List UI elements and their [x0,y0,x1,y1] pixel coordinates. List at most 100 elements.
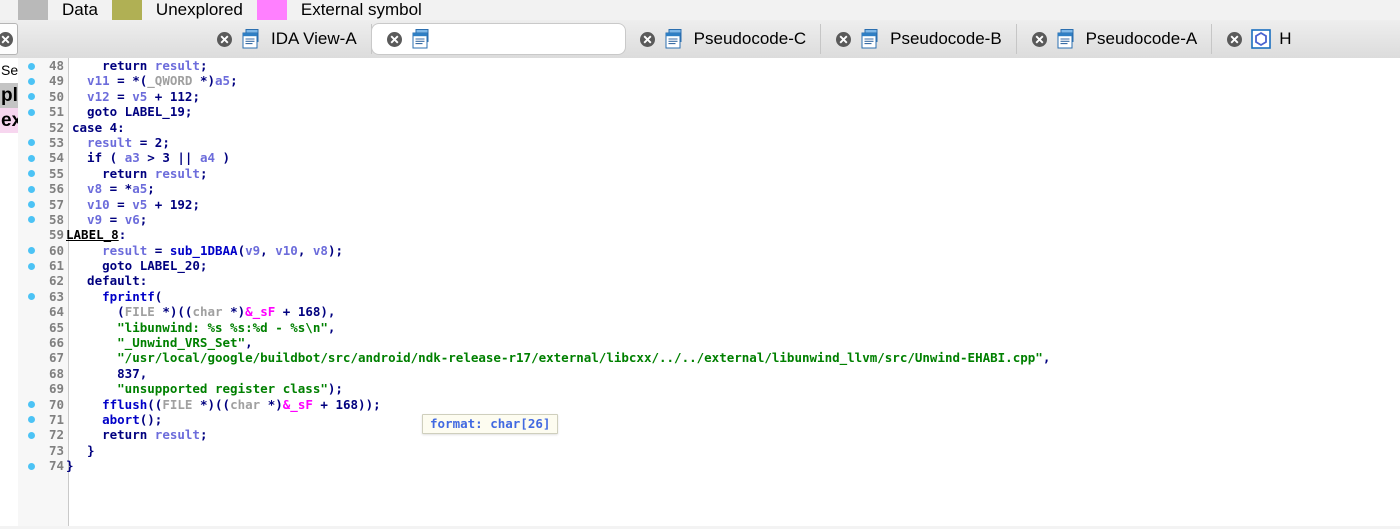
code-text[interactable]: case 4: [72,120,125,135]
code-text[interactable]: "unsupported register class"); [72,381,343,396]
code-text[interactable]: v12 = v5 + 112; [72,89,200,104]
code-line[interactable]: 48 return result; [18,58,1400,73]
breakpoint-dot-icon[interactable] [28,216,35,224]
code-text[interactable]: default: [72,273,147,288]
code-line[interactable]: 56 v8 = *a5; [18,181,1400,196]
code-text[interactable]: return result; [72,427,207,442]
code-text[interactable]: "/usr/local/google/buildbot/src/android/… [72,350,1050,365]
code-line[interactable]: 65 "libunwind: %s %s:%d - %s\n", [18,320,1400,335]
code-line[interactable]: 67 "/usr/local/google/buildbot/src/andro… [18,350,1400,365]
close-icon[interactable] [386,31,403,48]
line-number: 54 [48,150,64,166]
side-panel-row-external[interactable]: ex [0,108,18,133]
code-text[interactable]: 837, [72,366,147,381]
tab-active-untitled[interactable] [371,24,625,54]
breakpoint-dot-icon[interactable] [28,247,35,255]
breakpoint-dot-icon[interactable] [28,93,35,101]
code-text[interactable]: v9 = v6; [72,212,147,227]
tab-label: Pseudocode-A [1085,29,1198,48]
code-text[interactable]: return result; [72,166,207,181]
code-line[interactable]: 62 default: [18,273,1400,288]
code-line[interactable]: 68 837, [18,366,1400,381]
close-icon[interactable] [835,31,852,48]
close-icon[interactable] [216,31,233,48]
side-panel-row-explored[interactable]: pl [0,83,18,108]
code-line[interactable]: 60 result = sub_1DBAA(v9, v10, v8); [18,243,1400,258]
breakpoint-dot-icon[interactable] [28,77,35,85]
breakpoint-dot-icon[interactable] [28,170,35,178]
code-line[interactable]: 53 result = 2; [18,135,1400,150]
code-text[interactable]: LABEL_8: [66,227,126,242]
tab-pseudocode-c[interactable]: Pseudocode-C [625,24,822,54]
left-side-panel[interactable]: Seg pl ex [0,58,18,529]
tab-ida-view-a[interactable]: IDA View-A [202,24,372,54]
code-line[interactable]: 54 if ( a3 > 3 || a4 ) [18,150,1400,165]
code-text[interactable]: "libunwind: %s %s:%d - %s\n", [72,320,335,335]
code-line[interactable]: 55 return result; [18,166,1400,181]
line-number: 67 [48,350,64,366]
tab-pseudocode-a[interactable]: Pseudocode-A [1017,24,1213,54]
code-line[interactable]: 70 fflush((FILE *)((char *)&_sF + 168)); [18,397,1400,412]
code-line[interactable]: 57 v10 = v5 + 192; [18,197,1400,212]
breakpoint-dot-icon[interactable] [28,154,35,162]
code-line[interactable]: 58 v9 = v6; [18,212,1400,227]
breakpoint-dot-icon[interactable] [28,139,35,147]
breakpoint-dot-icon[interactable] [28,62,35,70]
code-text[interactable]: result = sub_1DBAA(v9, v10, v8); [72,243,343,258]
code-text[interactable]: result = 2; [72,135,170,150]
breakpoint-dot-icon[interactable] [28,462,35,470]
line-number: 50 [48,88,64,104]
code-text[interactable]: v8 = *a5; [72,181,155,196]
tab-hex-view[interactable]: H [1212,24,1305,54]
code-text[interactable]: v11 = *(_QWORD *)a5; [72,73,238,88]
close-icon[interactable] [1031,31,1048,48]
line-number: 51 [48,104,64,120]
code-text[interactable]: fprintf( [72,289,162,304]
code-text[interactable]: } [72,443,95,458]
breakpoint-dot-icon[interactable] [28,431,35,439]
line-number: 56 [48,181,64,197]
code-text[interactable]: fflush((FILE *)((char *)&_sF + 168)); [72,397,381,412]
breakpoint-dot-icon[interactable] [28,416,35,424]
code-line[interactable]: 72 return result; [18,427,1400,442]
breakpoint-dot-icon[interactable] [28,293,35,301]
breakpoint-dot-icon[interactable] [28,401,35,409]
line-number: 72 [48,427,64,443]
code-text[interactable]: } [66,458,74,473]
code-line[interactable]: 64 (FILE *)((char *)&_sF + 168), [18,304,1400,319]
close-icon[interactable] [639,31,656,48]
code-line[interactable]: 49 v11 = *(_QWORD *)a5; [18,73,1400,88]
side-panel-row-segments[interactable]: Seg [0,58,18,83]
pseudocode-view[interactable]: 48 return result; 49 v11 = *(_QWORD *)a5;… [18,58,1400,529]
tab-pseudocode-b[interactable]: Pseudocode-B [821,24,1017,54]
code-line[interactable]: 71 abort(); [18,412,1400,427]
code-line[interactable]: 63 fprintf( [18,289,1400,304]
code-line[interactable]: 52 case 4: [18,120,1400,135]
code-line[interactable]: 73 } [18,443,1400,458]
code-text[interactable]: v10 = v5 + 192; [72,197,200,212]
breakpoint-dot-icon[interactable] [28,108,35,116]
code-line[interactable]: 69 "unsupported register class"); [18,381,1400,396]
code-line[interactable]: 74} [18,458,1400,473]
code-line-list[interactable]: 48 return result; 49 v11 = *(_QWORD *)a5;… [18,58,1400,474]
breakpoint-dot-icon[interactable] [28,185,35,193]
close-icon[interactable] [1226,31,1243,48]
code-line[interactable]: 50 v12 = v5 + 112; [18,89,1400,104]
breakpoint-dot-icon[interactable] [28,262,35,270]
code-line[interactable]: 59 LABEL_8: [18,227,1400,242]
code-line[interactable]: 66 "_Unwind_VRS_Set", [18,335,1400,350]
line-number: 66 [48,335,64,351]
code-text[interactable]: goto LABEL_19; [72,104,192,119]
code-text[interactable]: abort(); [72,412,162,427]
code-text[interactable]: (FILE *)((char *)&_sF + 168), [72,304,335,319]
code-text[interactable]: "_Unwind_VRS_Set", [72,335,252,350]
tab-overflow-button[interactable] [0,23,18,55]
legend-swatch-data [18,0,48,20]
code-line[interactable]: 51 goto LABEL_19; [18,104,1400,119]
code-line[interactable]: 61 goto LABEL_20; [18,258,1400,273]
line-number: 61 [48,258,64,274]
breakpoint-dot-icon[interactable] [28,201,35,209]
code-text[interactable]: return result; [72,58,207,73]
code-text[interactable]: if ( a3 > 3 || a4 ) [72,150,230,165]
code-text[interactable]: goto LABEL_20; [72,258,207,273]
